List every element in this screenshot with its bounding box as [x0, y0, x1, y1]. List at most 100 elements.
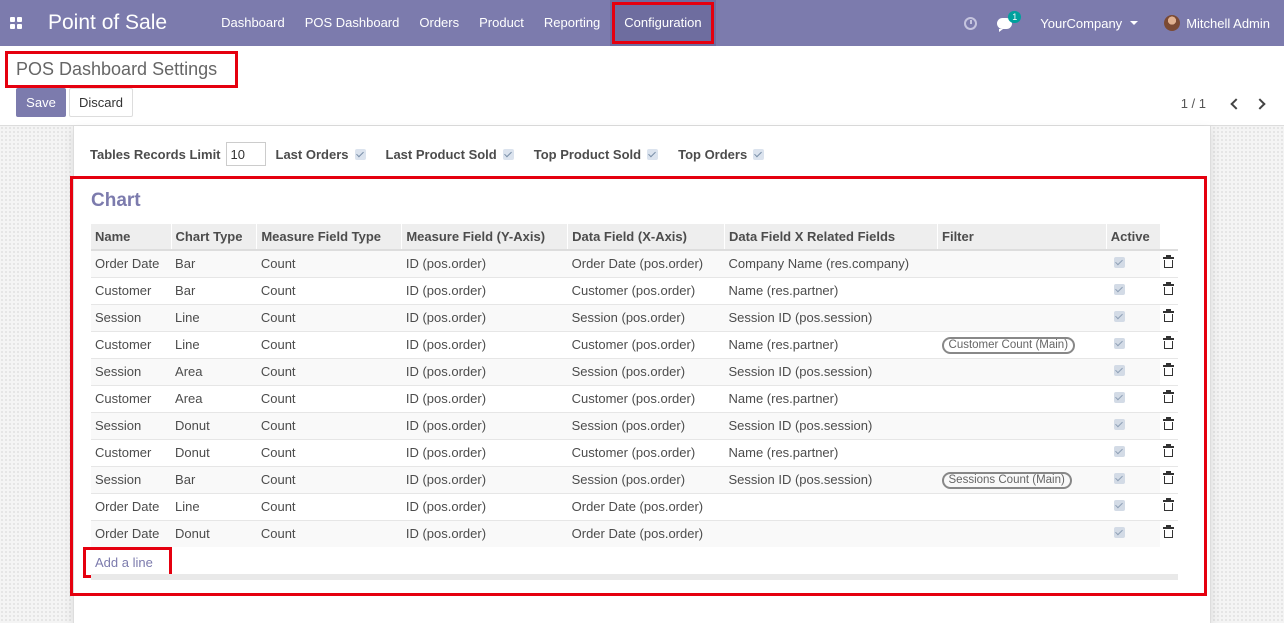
row-filter[interactable] — [937, 492, 1107, 520]
chevron-left-icon[interactable] — [1230, 97, 1242, 110]
row-filter[interactable]: Customer Count (Main) — [937, 330, 1107, 358]
active-checkbox[interactable] — [1114, 257, 1126, 269]
row-filter[interactable] — [937, 384, 1107, 412]
row-chart-type[interactable]: Donut — [171, 519, 257, 547]
row-related-field[interactable] — [724, 492, 938, 520]
active-checkbox[interactable] — [1114, 419, 1126, 430]
row-filter[interactable] — [937, 303, 1107, 331]
row-data-field[interactable]: Order Date (pos.order) — [567, 492, 725, 520]
filter-tag[interactable]: Sessions Count (Main) — [941, 471, 1072, 489]
row-measure-type[interactable]: Count — [256, 249, 402, 277]
trash-icon[interactable] — [1163, 471, 1175, 484]
trash-icon[interactable] — [1163, 417, 1175, 430]
menu-configuration[interactable]: Configuration — [610, 0, 716, 46]
row-data-field[interactable]: Session (pos.order) — [567, 465, 725, 493]
row-measure-field[interactable]: ID (pos.order) — [401, 303, 568, 331]
trash-icon[interactable] — [1163, 282, 1175, 295]
row-name[interactable]: Session — [91, 303, 172, 331]
column-header-data-field[interactable]: Data Field (X-Axis) — [567, 224, 725, 251]
table-row[interactable]: Order Date Line Count ID (pos.order) Order D… — [91, 492, 1178, 520]
column-header-measure-field[interactable]: Measure Field (Y-Axis) — [401, 224, 569, 251]
row-chart-type[interactable]: Area — [171, 384, 257, 412]
row-chart-type[interactable]: Area — [171, 357, 257, 385]
row-data-field[interactable]: Session (pos.order) — [567, 411, 725, 439]
active-checkbox[interactable] — [1114, 392, 1126, 403]
column-header-name[interactable]: Name — [91, 224, 172, 251]
row-data-field[interactable]: Customer (pos.order) — [567, 438, 725, 466]
row-data-field[interactable]: Customer (pos.order) — [567, 384, 725, 412]
row-measure-field[interactable]: ID (pos.order) — [401, 357, 568, 385]
table-row[interactable]: Customer Area Count ID (pos.order) Customer … — [91, 384, 1178, 412]
menu-orders[interactable]: Orders — [409, 0, 469, 46]
active-checkbox[interactable] — [1114, 527, 1126, 539]
menu-reporting[interactable]: Reporting — [534, 0, 610, 46]
active-checkbox[interactable] — [1114, 500, 1126, 511]
row-name[interactable]: Session — [91, 411, 172, 439]
active-checkbox[interactable] — [1114, 311, 1126, 322]
row-measure-field[interactable]: ID (pos.order) — [401, 276, 568, 304]
top-product-sold-checkbox[interactable] — [647, 148, 659, 160]
row-chart-type[interactable]: Bar — [171, 465, 257, 493]
table-row[interactable]: Session Line Count ID (pos.order) Session (p… — [91, 303, 1178, 331]
row-name[interactable]: Order Date — [91, 519, 172, 547]
row-data-field[interactable]: Session (pos.order) — [567, 303, 725, 331]
company-switcher[interactable]: YourCompany — [1040, 16, 1139, 31]
column-header-related-fields[interactable]: Data Field X Related Fields — [724, 224, 939, 251]
row-filter[interactable] — [937, 438, 1107, 466]
row-data-field[interactable]: Order Date (pos.order) — [567, 519, 725, 547]
active-checkbox[interactable] — [1114, 473, 1126, 484]
row-measure-type[interactable]: Count — [256, 276, 402, 304]
row-measure-type[interactable]: Count — [256, 330, 402, 358]
table-row[interactable]: Session Area Count ID (pos.order) Session (p… — [91, 357, 1178, 385]
last-product-sold-checkbox[interactable] — [502, 148, 514, 160]
menu-dashboard[interactable]: Dashboard — [211, 0, 295, 46]
trash-icon[interactable] — [1163, 336, 1175, 349]
row-chart-type[interactable]: Donut — [171, 411, 257, 439]
row-data-field[interactable]: Session (pos.order) — [567, 357, 725, 385]
pager-value[interactable]: 1 / 1 — [1181, 96, 1206, 111]
row-related-field[interactable]: Name (res.partner) — [724, 276, 938, 304]
active-checkbox[interactable] — [1114, 284, 1126, 295]
row-chart-type[interactable]: Bar — [171, 249, 257, 277]
chevron-right-icon[interactable] — [1254, 97, 1266, 110]
row-measure-field[interactable]: ID (pos.order) — [401, 249, 568, 277]
row-measure-field[interactable]: ID (pos.order) — [401, 465, 568, 493]
discard-button[interactable]: Discard — [69, 88, 133, 117]
user-menu[interactable]: Mitchell Admin — [1164, 15, 1270, 31]
row-data-field[interactable]: Order Date (pos.order) — [567, 249, 725, 277]
column-header-chart-type[interactable]: Chart Type — [171, 224, 258, 251]
table-row[interactable]: Customer Line Count ID (pos.order) Customer … — [91, 330, 1178, 358]
activity-clock-icon[interactable] — [964, 16, 978, 30]
row-related-field[interactable]: Session ID (pos.session) — [724, 465, 938, 493]
row-measure-type[interactable]: Count — [256, 411, 402, 439]
row-filter[interactable]: Sessions Count (Main) — [937, 465, 1107, 493]
row-filter[interactable] — [937, 357, 1107, 385]
row-related-field[interactable]: Name (res.partner) — [724, 330, 938, 358]
apps-menu-icon[interactable] — [0, 0, 32, 46]
trash-icon[interactable] — [1163, 444, 1175, 457]
menu-product[interactable]: Product — [469, 0, 534, 46]
row-measure-field[interactable]: ID (pos.order) — [401, 519, 568, 547]
row-measure-field[interactable]: ID (pos.order) — [401, 384, 568, 412]
row-measure-field[interactable]: ID (pos.order) — [401, 411, 568, 439]
filter-tag[interactable]: Customer Count (Main) — [941, 336, 1076, 354]
row-data-field[interactable]: Customer (pos.order) — [567, 330, 725, 358]
row-name[interactable]: Customer — [91, 438, 172, 466]
trash-icon[interactable] — [1163, 255, 1175, 269]
table-row[interactable]: Session Bar Count ID (pos.order) Session (po… — [91, 465, 1178, 493]
active-checkbox[interactable] — [1114, 338, 1126, 349]
row-measure-type[interactable]: Count — [256, 438, 402, 466]
row-chart-type[interactable]: Line — [171, 330, 257, 358]
row-chart-type[interactable]: Line — [171, 492, 257, 520]
trash-icon[interactable] — [1163, 363, 1175, 376]
column-header-filter[interactable]: Filter — [937, 224, 1107, 251]
last-orders-checkbox[interactable] — [354, 148, 366, 160]
table-row[interactable]: Customer Bar Count ID (pos.order) Customer (… — [91, 276, 1178, 304]
row-name[interactable]: Customer — [91, 276, 172, 304]
row-measure-type[interactable]: Count — [256, 492, 402, 520]
row-related-field[interactable]: Name (res.partner) — [724, 384, 938, 412]
row-measure-field[interactable]: ID (pos.order) — [401, 438, 568, 466]
row-filter[interactable] — [937, 249, 1107, 277]
row-related-field[interactable]: Name (res.partner) — [724, 438, 938, 466]
row-name[interactable]: Session — [91, 465, 172, 493]
